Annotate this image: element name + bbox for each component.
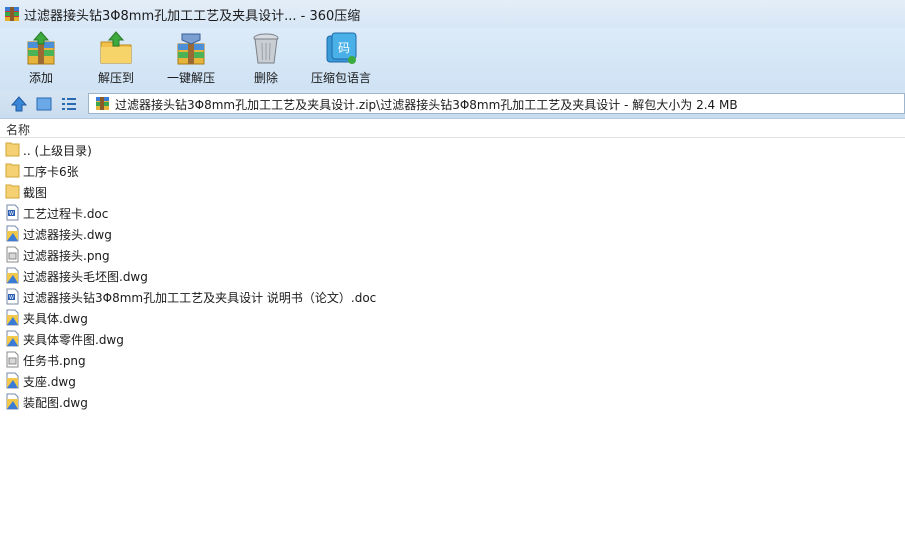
- archive-language-button[interactable]: 码 压缩包语言: [308, 28, 374, 90]
- archive-language-label: 压缩包语言: [310, 71, 371, 85]
- file-name: 工序卡6张: [23, 165, 79, 179]
- file-name: .. (上级目录): [23, 144, 92, 158]
- dwg-file-icon: [5, 393, 20, 410]
- add-button[interactable]: 添加: [18, 28, 64, 90]
- file-row[interactable]: W 过滤器接头钻3Φ8mm孔加工工艺及夹具设计 说明书（论文）.doc: [0, 286, 905, 307]
- dwg-file-icon: [5, 225, 20, 242]
- file-name: 工艺过程卡.doc: [23, 207, 109, 221]
- dwg-file-icon: [5, 330, 20, 347]
- svg-text:码: 码: [338, 41, 350, 55]
- folder-row[interactable]: 截图: [0, 181, 905, 202]
- one-click-extract-icon: [177, 33, 205, 65]
- list-view-icon[interactable]: [60, 95, 78, 113]
- trash-icon: [253, 33, 279, 64]
- folder-icon: [5, 162, 20, 179]
- folder-icon: [5, 183, 20, 200]
- svg-text:W: W: [9, 295, 14, 301]
- large-icon-view-icon[interactable]: [35, 95, 53, 113]
- file-name: 过滤器接头钻3Φ8mm孔加工工艺及夹具设计 说明书（论文）.doc: [23, 291, 377, 305]
- file-list: .. (上级目录) 工序卡6张截图 W 工艺过程卡.doc 过滤器接头.dwg 过滤器接头…: [0, 139, 905, 412]
- one-click-extract-label: 一键解压: [166, 71, 215, 85]
- file-row[interactable]: 装配图.dwg: [0, 391, 905, 412]
- png-file-icon: [5, 246, 20, 263]
- file-row[interactable]: 过滤器接头.dwg: [0, 223, 905, 244]
- folder-icon: [5, 141, 20, 158]
- delete-button[interactable]: 删除: [243, 28, 289, 90]
- address-path: 过滤器接头钻3Φ8mm孔加工工艺及夹具设计.zip\过滤器接头钻3Φ8mm孔加工…: [115, 98, 738, 112]
- dwg-file-icon: [5, 309, 20, 326]
- archive-app-icon: [5, 7, 19, 21]
- extract-folder-icon: [100, 31, 132, 64]
- file-row[interactable]: 过滤器接头.png: [0, 244, 905, 265]
- address-field[interactable]: 过滤器接头钻3Φ8mm孔加工工艺及夹具设计.zip\过滤器接头钻3Φ8mm孔加工…: [88, 93, 905, 114]
- svg-text:W: W: [9, 211, 14, 217]
- window-title: 过滤器接头钻3Φ8mm孔加工工艺及夹具设计... - 360压缩: [24, 9, 361, 24]
- zip-file-icon: [96, 97, 109, 110]
- file-name: 截图: [23, 186, 48, 200]
- file-row[interactable]: 夹具体零件图.dwg: [0, 328, 905, 349]
- up-arrow-icon[interactable]: [10, 95, 28, 113]
- add-label: 添加: [28, 71, 53, 85]
- folder-row[interactable]: .. (上级目录): [0, 139, 905, 160]
- dwg-file-icon: [5, 372, 20, 389]
- file-row[interactable]: 任务书.png: [0, 349, 905, 370]
- file-name: 过滤器接头毛坯图.dwg: [23, 270, 148, 284]
- file-name: 夹具体零件图.dwg: [23, 333, 124, 347]
- add-archive-icon: [27, 31, 55, 65]
- folder-row[interactable]: 工序卡6张: [0, 160, 905, 181]
- address-bar: 过滤器接头钻3Φ8mm孔加工工艺及夹具设计.zip\过滤器接头钻3Φ8mm孔加工…: [0, 90, 905, 119]
- name-column-header[interactable]: 名称: [6, 121, 30, 138]
- file-name: 支座.dwg: [23, 375, 76, 389]
- file-name: 夹具体.dwg: [23, 312, 88, 326]
- file-name: 过滤器接头.png: [23, 249, 110, 263]
- doc-file-icon: W: [5, 204, 20, 221]
- file-row[interactable]: 支座.dwg: [0, 370, 905, 391]
- toolbar: 添加 解压到 一键解压 删除 码 压缩包语言: [0, 28, 905, 90]
- file-row[interactable]: 过滤器接头毛坯图.dwg: [0, 265, 905, 286]
- one-click-extract-button[interactable]: 一键解压: [163, 28, 219, 90]
- file-name: 任务书.png: [23, 354, 86, 368]
- title-bar: 过滤器接头钻3Φ8mm孔加工工艺及夹具设计... - 360压缩: [0, 0, 905, 28]
- file-name: 装配图.dwg: [23, 396, 88, 410]
- file-name: 过滤器接头.dwg: [23, 228, 112, 242]
- dwg-file-icon: [5, 267, 20, 284]
- column-header[interactable]: 名称: [0, 119, 905, 138]
- extract-to-button[interactable]: 解压到: [93, 28, 139, 90]
- extract-to-label: 解压到: [97, 71, 134, 85]
- file-row[interactable]: W 工艺过程卡.doc: [0, 202, 905, 223]
- language-code-icon: 码: [326, 32, 357, 64]
- doc-file-icon: W: [5, 288, 20, 305]
- delete-label: 删除: [253, 71, 278, 85]
- png-file-icon: [5, 351, 20, 368]
- file-row[interactable]: 夹具体.dwg: [0, 307, 905, 328]
